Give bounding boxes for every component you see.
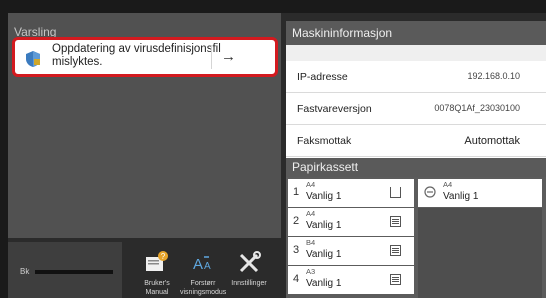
paper-tray-panel: Papirkassett 1 A4 Vanlig 1 2 A4 Vanlig 1… <box>286 158 546 298</box>
tray-size: A4 <box>306 209 316 218</box>
tray-level-icon <box>390 245 401 256</box>
tray-number: 1 <box>293 186 300 198</box>
info-key: Fastvareversjon <box>297 103 372 115</box>
bypass-type: Vanlig 1 <box>443 191 479 202</box>
toner-panel: Bk <box>8 242 122 298</box>
info-value: Automottak <box>464 135 520 147</box>
arrow-right-icon[interactable]: → <box>221 48 236 65</box>
toner-label: Bk <box>20 267 30 276</box>
tray-type: Vanlig 1 <box>306 191 342 202</box>
tray-type: Vanlig 1 <box>306 249 342 260</box>
tray-type: Vanlig 1 <box>306 220 342 231</box>
manual-icon: ? <box>146 251 168 271</box>
tray-empty-icon <box>390 187 401 198</box>
notification-panel: Varsling Oppdatering av virusdefinisjons… <box>8 13 281 238</box>
tray-3[interactable]: 3 B4 Vanlig 1 <box>288 237 414 265</box>
toner-bar <box>35 270 113 274</box>
bypass-tray-icon <box>424 186 436 198</box>
info-key: Faksmottak <box>297 135 352 147</box>
svg-text:A: A <box>193 256 203 273</box>
zoom-shortcut[interactable]: A A Forstørr visningsmodus <box>180 249 226 297</box>
info-key: IP-adresse <box>297 71 348 83</box>
tray-type: Vanlig 1 <box>306 278 342 289</box>
svg-text:?: ? <box>161 252 166 261</box>
tray-number: 2 <box>293 215 300 227</box>
tray-number: 4 <box>293 273 300 285</box>
info-value: 0078Q1Af_23030100 <box>434 103 520 113</box>
divider <box>211 45 212 69</box>
notification-message: Oppdatering av virusdefinisjonsfil misly… <box>52 43 221 68</box>
bypass-size: A4 <box>443 180 453 189</box>
bypass-tray[interactable]: A4 Vanlig 1 <box>418 179 542 207</box>
machine-info-header: Maskininformasjon <box>286 21 546 45</box>
tray-1[interactable]: 1 A4 Vanlig 1 <box>288 179 414 207</box>
zoom-label: Forstørr visningsmodus <box>180 280 227 296</box>
tray-2[interactable]: 2 A4 Vanlig 1 <box>288 208 414 236</box>
zoom-text-icon: A A <box>193 256 211 273</box>
shield-icon <box>26 51 40 67</box>
paper-tray-header: Papirkassett <box>286 158 546 177</box>
settings-shortcut[interactable]: Innstillinger <box>226 249 272 288</box>
machine-info-panel: Maskininformasjon IP-adresse 192.168.0.1… <box>286 21 546 158</box>
tray-level-icon <box>390 274 401 285</box>
home-screen: Varsling Oppdatering av virusdefinisjons… <box>8 13 546 298</box>
info-row-ip: IP-adresse 192.168.0.10 <box>286 61 546 93</box>
tray-size: A4 <box>306 180 316 189</box>
info-row-fax: Faksmottak Automottak <box>286 125 546 157</box>
info-row-firmware: Fastvareversjon 0078Q1Af_23030100 <box>286 93 546 125</box>
tray-number: 3 <box>293 244 300 256</box>
tray-size: B4 <box>306 238 316 247</box>
notification-card[interactable]: Oppdatering av virusdefinisjonsfil misly… <box>12 37 278 77</box>
tray-size: A3 <box>306 267 316 276</box>
manual-label: Bruker's Manual <box>144 280 170 296</box>
info-value: 192.168.0.10 <box>467 71 520 81</box>
tools-icon <box>239 251 261 273</box>
notification-header: Varsling <box>14 25 57 39</box>
tray-4[interactable]: 4 A3 Vanlig 1 <box>288 266 414 294</box>
svg-text:A: A <box>204 261 211 272</box>
settings-label: Innstillinger <box>231 280 267 287</box>
tray-level-icon <box>390 216 401 227</box>
manual-shortcut[interactable]: ? Bruker's Manual <box>134 249 180 297</box>
